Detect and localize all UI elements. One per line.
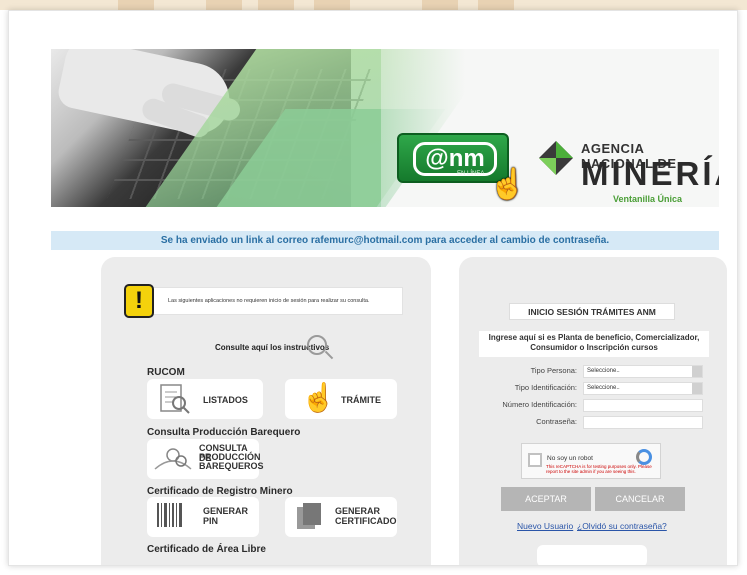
tap-hand-icon: ☝ [301, 382, 336, 413]
tipo-persona-select[interactable]: Seleccione.. [583, 365, 703, 378]
page-frame: @nm EN LÍNEA ☝ AGENCIA NACIONAL DE MINER… [8, 10, 738, 566]
contrasena-label: Contraseña: [536, 417, 577, 426]
contrasena-row: Contraseña: [469, 416, 719, 429]
rucom-title: RUCOM [147, 367, 185, 378]
recaptcha-warning: This reCAPTCHA is for testing purposes o… [546, 464, 652, 474]
miner-search-icon [154, 448, 192, 470]
search-icon[interactable] [307, 335, 327, 355]
tipo-persona-label: Tipo Persona: [530, 366, 577, 375]
tramite-button[interactable]: ☝ TRÁMITE [285, 379, 397, 419]
anm-sub-label: EN LÍNEA [457, 171, 485, 177]
listados-button[interactable]: LISTADOS [147, 379, 263, 419]
pointer-hand-icon: ☝ [489, 168, 527, 201]
generar-pin-label-1: GENERAR [203, 506, 249, 516]
tramite-label: TRÁMITE [341, 395, 381, 405]
tipo-identificacion-label: Tipo Identificación: [514, 383, 577, 392]
header-banner: @nm EN LÍNEA ☝ AGENCIA NACIONAL DE MINER… [51, 49, 719, 207]
accept-button[interactable]: ACEPTAR [501, 487, 591, 511]
recaptcha-widget: No soy un robot This reCAPTCHA is for te… [521, 443, 661, 479]
warning-icon: ! [124, 284, 154, 318]
anm-logo: @nm [413, 142, 497, 176]
info-text: Las siguientes aplicaciones no requieren… [168, 298, 370, 304]
numero-identificacion-input[interactable] [583, 399, 703, 412]
tipo-identificacion-row: Tipo Identificación: Seleccione.. [469, 382, 719, 395]
generar-certificado-label-2: CERTIFICADO [335, 516, 397, 526]
login-description: Ingrese aquí si es Planta de beneficio, … [479, 331, 709, 357]
agency-mineria: MINERÍA [581, 155, 719, 192]
tipo-persona-row: Tipo Persona: Seleccione.. [469, 365, 719, 378]
public-applications-panel: ! Las siguientes aplicaciones no requier… [101, 257, 431, 565]
chevron-down-icon [692, 383, 702, 394]
login-panel: INICIO SESIÓN TRÁMITES ANM Ingrese aquí … [459, 257, 727, 565]
area-libre-title: Certificado de Área Libre [147, 544, 266, 555]
tipo-identificacion-select[interactable]: Seleccione.. [583, 382, 703, 395]
generar-pin-label-2: PIN [203, 516, 219, 526]
generar-certificado-button[interactable]: GENERAR CERTIFICADO [285, 497, 397, 537]
top-strip [0, 0, 747, 10]
list-search-icon [160, 384, 190, 414]
ventanilla-unica-label: Ventanilla Única [613, 194, 683, 204]
chevron-down-icon [692, 366, 702, 377]
contrasena-input[interactable] [583, 416, 703, 429]
agency-logo-icon [539, 141, 573, 175]
consulta-barequeros-label-3: BAREQUEROS [199, 461, 264, 471]
certificado-registro-title: Certificado de Registro Minero [147, 486, 293, 497]
login-title: INICIO SESIÓN TRÁMITES ANM [509, 303, 675, 320]
bottom-button-partial[interactable] [537, 545, 647, 565]
forgot-password-link[interactable]: ¿Olvidó su contraseña? [577, 521, 667, 531]
generar-certificado-label-1: GENERAR [335, 506, 381, 516]
numero-identificacion-label: Número Identificación: [502, 400, 577, 409]
listados-label: LISTADOS [203, 395, 248, 405]
consulta-barequeros-button[interactable]: CONSULTA DE PRODUCCIÓN BAREQUEROS [147, 439, 264, 479]
generar-pin-button[interactable]: GENERAR PIN [147, 497, 259, 537]
recaptcha-label: No soy un robot [547, 455, 593, 462]
produccion-barequero-title: Consulta Producción Barequero [147, 427, 301, 438]
numero-identificacion-row: Número Identificación: [469, 399, 719, 412]
info-box: ! Las siguientes aplicaciones no requier… [124, 284, 403, 318]
cancel-button[interactable]: CANCELAR [595, 487, 685, 511]
recaptcha-icon [636, 449, 652, 465]
new-user-link[interactable]: Nuevo Usuario [517, 521, 573, 531]
documents-icon [297, 503, 321, 529]
barcode-icon [157, 503, 182, 527]
password-reset-notice: Se ha enviado un link al correo rafemurc… [51, 231, 719, 250]
